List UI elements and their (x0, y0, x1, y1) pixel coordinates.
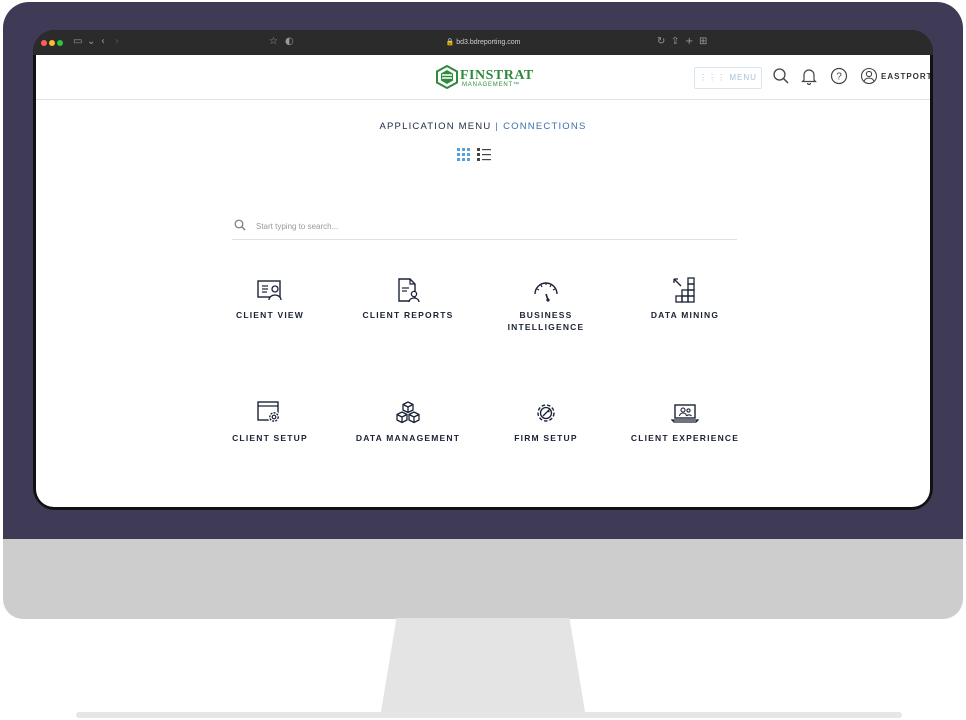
grid-view-icon[interactable] (457, 148, 471, 162)
tile-label: CLIENT VIEW (236, 310, 304, 320)
tile-label: FIRM SETUP (514, 433, 578, 443)
tile-client-setup[interactable]: CLIENT SETUP (205, 400, 335, 470)
tile-label: CLIENT SETUP (232, 433, 308, 443)
search-bar (232, 211, 737, 240)
menu-button[interactable]: ⋮⋮⋮ MENU (694, 67, 762, 89)
logo-subtitle: MANAGEMENT™ (462, 82, 520, 88)
user-name[interactable]: EASTPORT (881, 72, 930, 81)
monitor-chin (3, 539, 963, 619)
firm-setup-icon (537, 404, 555, 422)
list-view-icon[interactable] (477, 148, 491, 162)
client-view-icon (257, 280, 282, 301)
url-text: bd3.bdreporting.com (456, 39, 521, 46)
reload-icon[interactable]: ↻ (657, 36, 665, 47)
tile-firm-setup[interactable]: FIRM SETUP (481, 400, 611, 470)
grid-icon: ⋮⋮⋮ (699, 73, 727, 82)
client-setup-icon (257, 401, 280, 423)
new-tab-icon[interactable]: + (685, 36, 693, 47)
tile-client-experience[interactable]: CLIENT EXPERIENCE (620, 400, 750, 470)
laptop-user-icon (671, 404, 699, 423)
sub-nav: APPLICATION MENU | CONNECTIONS (36, 121, 930, 132)
search-icon[interactable] (772, 67, 790, 85)
data-mining-icon (673, 277, 695, 303)
finstrat-logo[interactable]: FINSTRAT MANAGEMENT™ (436, 64, 536, 91)
tile-client-reports[interactable]: CLIENT REPORTS (343, 277, 473, 347)
tab-connections[interactable]: CONNECTIONS (503, 121, 586, 132)
help-icon[interactable]: ? (830, 67, 848, 85)
tile-label: DATA MANAGEMENT (355, 433, 461, 443)
user-avatar-icon[interactable] (860, 67, 878, 85)
screen: ▭ ⌄ ‹ › ☆ ◐ 🔒 bd3.bdreporting.com ↻ ⇪ + … (33, 30, 933, 510)
browser-toolbar: ▭ ⌄ ‹ › ☆ ◐ 🔒 bd3.bdreporting.com ↻ ⇪ + … (33, 30, 933, 55)
app-header: FINSTRAT MANAGEMENT™ ⋮⋮⋮ MENU ? EASTPORT (36, 55, 930, 100)
view-toggle (457, 148, 491, 162)
address-bar[interactable]: 🔒 bd3.bdreporting.com (33, 38, 933, 46)
finstrat-logo-icon (436, 64, 458, 90)
tab-overview-icon[interactable]: ⊞ (699, 36, 707, 47)
gauge-icon (534, 282, 558, 302)
tile-data-mining[interactable]: DATA MINING (620, 277, 750, 347)
bell-icon[interactable] (800, 67, 818, 85)
tile-label: DATA MINING (650, 310, 720, 320)
search-icon (234, 219, 246, 231)
tab-application-menu[interactable]: APPLICATION MENU (379, 121, 491, 132)
tile-label: CLIENT EXPERIENCE (630, 433, 740, 443)
svg-text:?: ? (836, 72, 842, 83)
tile-client-view[interactable]: CLIENT VIEW (205, 277, 335, 347)
subnav-separator: | (495, 121, 500, 132)
client-reports-icon (398, 278, 420, 303)
monitor-stand-base (76, 712, 902, 718)
tile-label: CLIENT REPORTS (362, 310, 454, 320)
web-page: FINSTRAT MANAGEMENT™ ⋮⋮⋮ MENU ? EASTPORT… (36, 55, 930, 507)
tile-label: BUSINESS INTELLIGENCE (507, 310, 585, 332)
search-input[interactable] (254, 217, 728, 235)
monitor-stand (380, 618, 586, 718)
tile-business-intelligence[interactable]: BUSINESS INTELLIGENCE (481, 277, 611, 347)
share-icon[interactable]: ⇪ (671, 36, 679, 47)
tile-data-management[interactable]: DATA MANAGEMENT (343, 400, 473, 470)
cubes-icon (396, 401, 420, 424)
menu-label: MENU (729, 73, 757, 82)
